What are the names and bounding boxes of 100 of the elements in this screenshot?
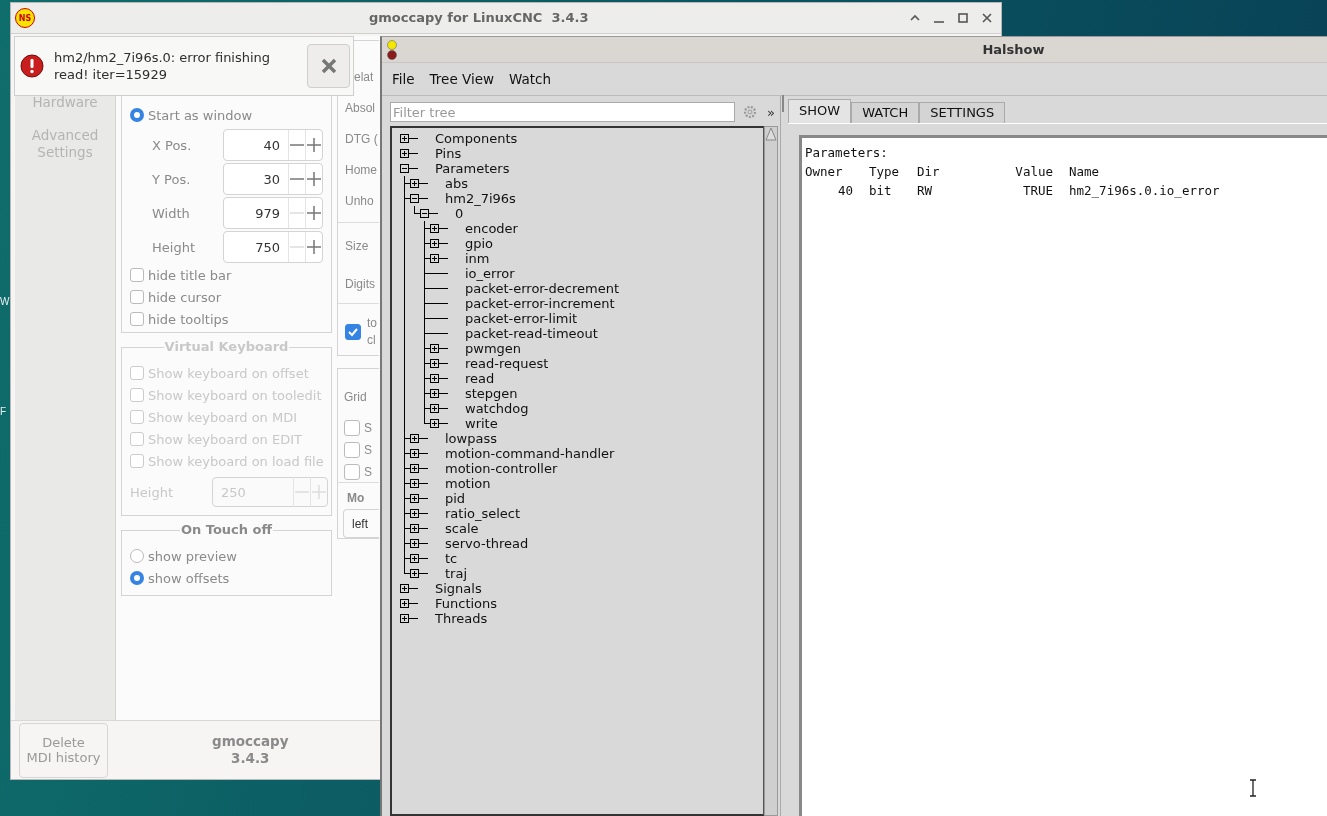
- expander-icon[interactable]: [420, 209, 429, 218]
- increase-button[interactable]: [305, 198, 322, 228]
- tree-item[interactable]: stepgen: [455, 386, 518, 401]
- expander-icon[interactable]: [410, 179, 419, 188]
- tree-item[interactable]: motion: [435, 476, 491, 491]
- checkbox-label: hide tooltips: [148, 311, 229, 327]
- tab[interactable]: SETTINGS: [919, 102, 1006, 123]
- tree-item[interactable]: write: [455, 416, 498, 431]
- tree-item[interactable]: packet-error-limit: [455, 311, 578, 326]
- expander-icon[interactable]: [410, 434, 419, 443]
- tree-item[interactable]: pwmgen: [455, 341, 522, 356]
- tree-item[interactable]: inm: [455, 251, 490, 266]
- tree-item[interactable]: 0: [445, 206, 464, 221]
- tree-item[interactable]: Functions: [425, 596, 498, 611]
- expander-icon[interactable]: [430, 419, 439, 428]
- scroll-up-arrow-icon[interactable]: [765, 127, 777, 141]
- checkbox[interactable]: [344, 420, 360, 437]
- tab[interactable]: SHOW: [788, 99, 852, 123]
- tree-item[interactable]: Components: [425, 131, 518, 146]
- radio-button[interactable]: [130, 108, 144, 122]
- tree-item[interactable]: Parameters: [425, 161, 510, 176]
- expander-icon[interactable]: [410, 539, 419, 548]
- increase-button[interactable]: [305, 130, 322, 160]
- tree-item[interactable]: abs: [435, 176, 468, 191]
- expander-icon[interactable]: [400, 149, 409, 158]
- tree-item[interactable]: scale: [435, 521, 479, 536]
- expander-icon[interactable]: [410, 509, 419, 518]
- expander-icon[interactable]: [400, 599, 409, 608]
- tree-item[interactable]: encoder: [455, 221, 518, 236]
- expander-icon[interactable]: [430, 239, 439, 248]
- checkbox[interactable]: [344, 441, 360, 458]
- close-button[interactable]: [307, 44, 350, 88]
- expander-icon[interactable]: [410, 194, 419, 203]
- menu-item[interactable]: File: [390, 71, 428, 87]
- checkbox[interactable]: [130, 290, 144, 304]
- tree-item[interactable]: read: [455, 371, 495, 386]
- expander-icon[interactable]: [410, 449, 419, 458]
- spin-field[interactable]: 30: [223, 163, 323, 195]
- settings-icon[interactable]: [743, 105, 757, 119]
- tree-item[interactable]: pid: [435, 491, 466, 506]
- tree-item[interactable]: Signals: [425, 581, 482, 596]
- expand-button[interactable]: »: [767, 104, 775, 120]
- tree-item[interactable]: motion-controller: [435, 461, 558, 476]
- increase-button[interactable]: [305, 232, 322, 262]
- expander-icon[interactable]: [410, 479, 419, 488]
- tree-item[interactable]: packet-read-timeout: [455, 326, 598, 341]
- expander-icon[interactable]: [410, 554, 419, 563]
- tree-item[interactable]: packet-error-increment: [455, 296, 615, 311]
- spin-field[interactable]: 750: [223, 231, 323, 263]
- expander-icon[interactable]: [430, 344, 439, 353]
- tree-item[interactable]: hm2_7i96s: [435, 191, 516, 206]
- tree-item[interactable]: ratio_select: [435, 506, 521, 521]
- decrease-button[interactable]: [288, 164, 305, 194]
- tree-item[interactable]: servo-thread: [435, 536, 529, 551]
- spin-field[interactable]: 40: [223, 129, 323, 161]
- tree-item[interactable]: traj: [435, 566, 468, 581]
- expander-icon[interactable]: [430, 224, 439, 233]
- expander-icon[interactable]: [430, 359, 439, 368]
- checkbox[interactable]: [344, 463, 360, 480]
- tab[interactable]: WATCH: [851, 102, 920, 123]
- expander-icon[interactable]: [410, 524, 419, 533]
- increase-button[interactable]: [305, 164, 322, 194]
- setting-label: elat: [354, 69, 374, 86]
- expander-icon[interactable]: [410, 494, 419, 503]
- pane-divider-handle[interactable]: [782, 95, 784, 112]
- decrease-button[interactable]: [288, 130, 305, 160]
- expander-icon[interactable]: [430, 374, 439, 383]
- tree-item[interactable]: io_error: [455, 266, 515, 281]
- tree-item[interactable]: Pins: [425, 146, 462, 161]
- expander-icon[interactable]: [400, 134, 409, 143]
- radio-button[interactable]: [130, 549, 144, 563]
- tree-item[interactable]: packet-error-decrement: [455, 281, 619, 296]
- checkbox[interactable]: [130, 312, 144, 326]
- tree-item[interactable]: watchdog: [455, 401, 529, 416]
- spin-field[interactable]: 979: [223, 197, 323, 229]
- expander-icon[interactable]: [400, 164, 409, 173]
- expander-icon[interactable]: [430, 254, 439, 263]
- menu-item[interactable]: Tree View: [427, 71, 508, 87]
- tree-item[interactable]: Threads: [425, 611, 488, 626]
- close-icon: [319, 57, 338, 75]
- tree-item[interactable]: tc: [435, 551, 458, 566]
- expander-icon[interactable]: [400, 614, 409, 623]
- tree-item[interactable]: read-request: [455, 356, 549, 371]
- expander-icon[interactable]: [430, 389, 439, 398]
- minimize-icon: [934, 21, 944, 23]
- circle-icon[interactable]: [387, 49, 397, 60]
- expander-icon[interactable]: [400, 584, 409, 593]
- expander-icon[interactable]: [430, 404, 439, 413]
- menu-item[interactable]: Watch: [507, 71, 565, 87]
- tree-item[interactable]: gpio: [455, 236, 494, 251]
- checkbox[interactable]: [130, 268, 144, 282]
- checkbox[interactable]: [345, 324, 361, 340]
- tree-item[interactable]: lowpass: [435, 431, 497, 446]
- dropdown[interactable]: left: [343, 509, 379, 538]
- filter-field[interactable]: Filter tree: [390, 102, 735, 122]
- scrollbar[interactable]: [764, 126, 778, 816]
- expander-icon[interactable]: [410, 569, 419, 578]
- tree-item[interactable]: motion-command-handler: [435, 446, 615, 461]
- radio-button[interactable]: [130, 571, 144, 585]
- expander-icon[interactable]: [410, 464, 419, 473]
